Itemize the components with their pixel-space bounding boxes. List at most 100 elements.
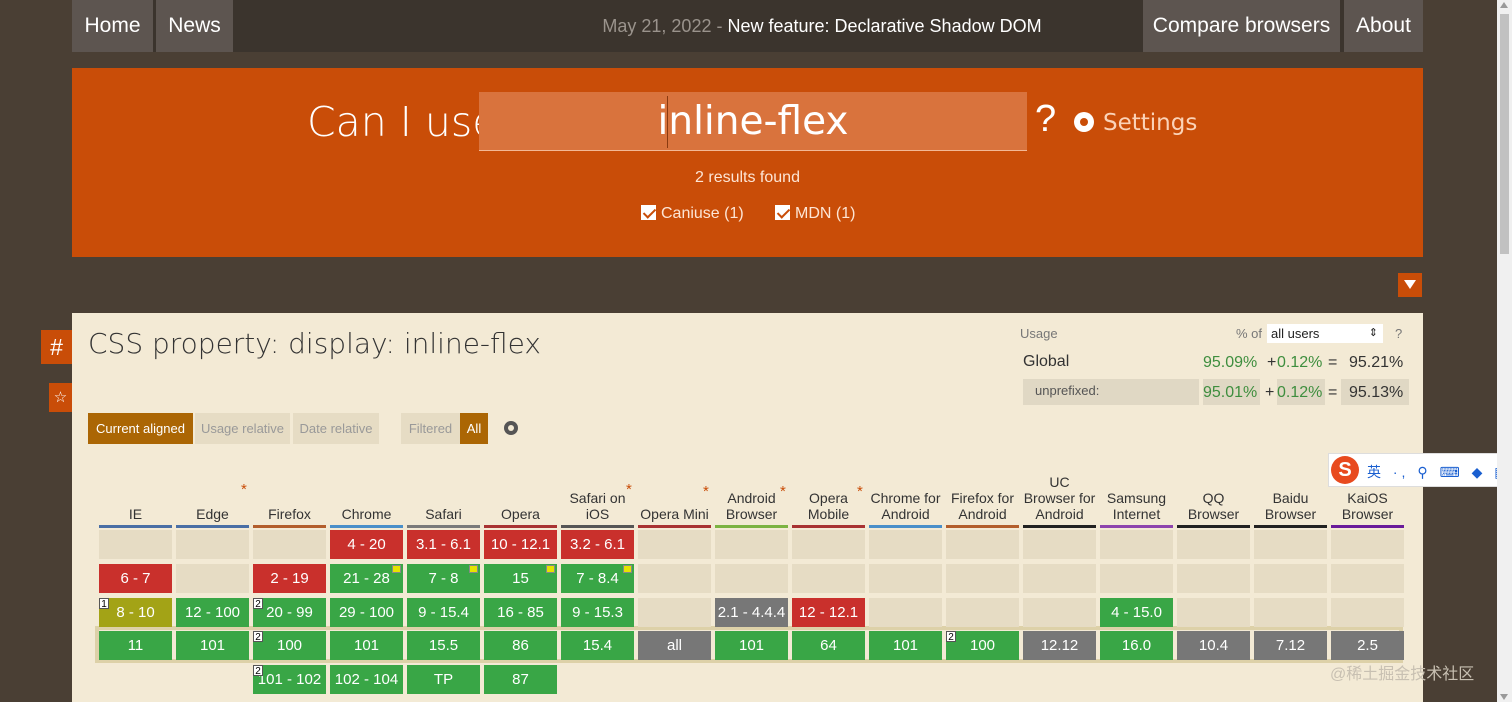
browser-note-star: *	[857, 483, 863, 500]
browser-header[interactable]: IE	[99, 458, 172, 526]
ime-tools[interactable]: 英 ·, ⚲ ⌨ ◆ ▦	[1367, 462, 1511, 482]
settings-button[interactable]: Settings	[1074, 110, 1197, 136]
support-cell[interactable]: 4 - 20	[330, 530, 403, 559]
browser-header[interactable]: QQ Browser	[1177, 458, 1250, 526]
toggle-date-relative[interactable]: Date relative	[293, 413, 379, 444]
support-cell[interactable]: 20 - 99 2	[253, 598, 326, 627]
browser-note-star: *	[241, 481, 247, 498]
support-cell[interactable]: 16.0	[1100, 631, 1173, 660]
support-cell[interactable]: 101	[715, 631, 788, 660]
scrollbar[interactable]	[1497, 0, 1512, 702]
browser-header[interactable]: Samsung Internet	[1100, 458, 1173, 526]
usage-label: Usage	[1020, 326, 1058, 341]
scroll-thumb[interactable]	[1500, 14, 1509, 254]
browser-header[interactable]: Edge	[176, 458, 249, 526]
support-cell[interactable]: 101	[330, 631, 403, 660]
support-cell[interactable]: TP	[407, 665, 480, 694]
support-cell[interactable]: 3.2 - 6.1	[561, 530, 634, 559]
browser-header[interactable]: Opera Mobile	[792, 458, 865, 526]
filter-mdn[interactable]: MDN (1)	[775, 205, 855, 223]
support-cell[interactable]: 86	[484, 631, 557, 660]
toggle-all[interactable]: All	[460, 413, 488, 444]
news-title[interactable]: New feature: Declarative Shadow DOM	[727, 16, 1041, 36]
watermark: @稀土掘金技术社区	[1330, 666, 1475, 683]
support-cell[interactable]: 15	[484, 564, 557, 593]
prefix-flag-icon	[623, 565, 632, 573]
support-cell[interactable]: 102 - 104	[330, 665, 403, 694]
support-cell-version: 100	[276, 637, 303, 654]
support-cell[interactable]: all	[638, 631, 711, 660]
browser-header[interactable]: Opera	[484, 458, 557, 526]
support-cell-version: 9 - 15.4	[418, 604, 469, 621]
feature-link-hash[interactable]: #	[41, 330, 72, 364]
browser-header[interactable]: Firefox for Android	[946, 458, 1019, 526]
browser-header[interactable]: Firefox	[253, 458, 326, 526]
browser-header[interactable]: Safari on iOS	[561, 458, 634, 526]
usage-help[interactable]: ?	[1395, 326, 1402, 341]
browser-header[interactable]: Baidu Browser	[1254, 458, 1327, 526]
support-cell[interactable]: 6 - 7	[99, 564, 172, 593]
support-cell[interactable]: 100 2	[253, 631, 326, 660]
support-cell[interactable]: 101	[869, 631, 942, 660]
support-cell[interactable]: 10 - 12.1	[484, 530, 557, 559]
toggle-current-aligned[interactable]: Current aligned	[88, 413, 193, 444]
support-cell[interactable]: 101 - 102 2	[253, 665, 326, 694]
nav-news[interactable]: News	[156, 0, 233, 52]
support-cell[interactable]: 2.1 - 4.4.4	[715, 598, 788, 627]
support-cell[interactable]: 3.1 - 6.1	[407, 530, 480, 559]
support-cell[interactable]: 64	[792, 631, 865, 660]
browser-header[interactable]: Safari	[407, 458, 480, 526]
browser-color-bar	[407, 525, 480, 528]
bookmark-star-icon[interactable]: ☆	[49, 383, 72, 412]
scroll-up-arrow-icon[interactable]	[1500, 2, 1508, 8]
browser-header[interactable]: Chrome for Android	[869, 458, 942, 526]
table-settings-gear-icon[interactable]	[504, 421, 518, 435]
support-cell[interactable]: 15.5	[407, 631, 480, 660]
support-cell[interactable]: 21 - 28	[330, 564, 403, 593]
support-cell[interactable]: 100 2	[946, 631, 1019, 660]
support-cell-version: 12 - 100	[184, 604, 241, 621]
support-cell[interactable]: 9 - 15.3	[561, 598, 634, 627]
support-cell[interactable]: 12 - 100	[176, 598, 249, 627]
support-cell-version: 64	[820, 637, 837, 654]
browser-header[interactable]: Android Browser	[715, 458, 788, 526]
support-cell[interactable]: 4 - 15.0	[1100, 598, 1173, 627]
support-cell[interactable]: 15.4	[561, 631, 634, 660]
scroll-down-arrow-icon[interactable]	[1500, 694, 1508, 700]
filter-caniuse[interactable]: Caniuse (1)	[641, 205, 744, 223]
support-cell[interactable]: 2.5	[1331, 631, 1404, 660]
nav-compare-browsers[interactable]: Compare browsers	[1143, 0, 1340, 52]
support-cell[interactable]: 87	[484, 665, 557, 694]
browser-header[interactable]: Chrome	[330, 458, 403, 526]
support-cell[interactable]: 10.4	[1177, 631, 1250, 660]
support-cell[interactable]: 7 - 8	[407, 564, 480, 593]
checkbox-checked-icon[interactable]	[641, 205, 656, 220]
support-cell[interactable]: 101	[176, 631, 249, 660]
support-cell[interactable]: 2 - 19	[253, 564, 326, 593]
toggle-filtered[interactable]: Filtered	[401, 413, 460, 444]
support-cell[interactable]: 9 - 15.4	[407, 598, 480, 627]
toggle-usage-relative[interactable]: Usage relative	[195, 413, 290, 444]
support-cell-version: 4 - 20	[347, 536, 386, 553]
support-cell[interactable]: 7.12	[1254, 631, 1327, 660]
users-select[interactable]: all users	[1267, 324, 1383, 343]
support-cell[interactable]: 12.12	[1023, 631, 1096, 660]
browser-header[interactable]: UC Browser for Android	[1023, 458, 1096, 526]
nav-home[interactable]: Home	[72, 0, 153, 52]
support-cell-version: 10.4	[1198, 637, 1229, 654]
support-cell[interactable]: 12 - 12.1	[792, 598, 865, 627]
browser-header[interactable]: Opera Mini	[638, 458, 711, 526]
prefix-flag-icon	[392, 565, 401, 573]
support-cell-version: 12 - 12.1	[798, 604, 859, 621]
search-input[interactable]: inline-flex	[479, 92, 1027, 151]
ime-toolbar[interactable]: S 英 ·, ⚲ ⌨ ◆ ▦	[1328, 453, 1507, 487]
checkbox-checked-icon[interactable]	[775, 205, 790, 220]
nav-about[interactable]: About	[1344, 0, 1423, 52]
support-cell[interactable]: 7 - 8.4	[561, 564, 634, 593]
support-cell[interactable]: 8 - 10 1	[99, 598, 172, 627]
support-cell[interactable]: 11	[99, 631, 172, 660]
browser-color-bar	[176, 525, 249, 528]
support-cell[interactable]: 16 - 85	[484, 598, 557, 627]
filter-funnel-icon[interactable]	[1398, 273, 1422, 297]
support-cell[interactable]: 29 - 100	[330, 598, 403, 627]
